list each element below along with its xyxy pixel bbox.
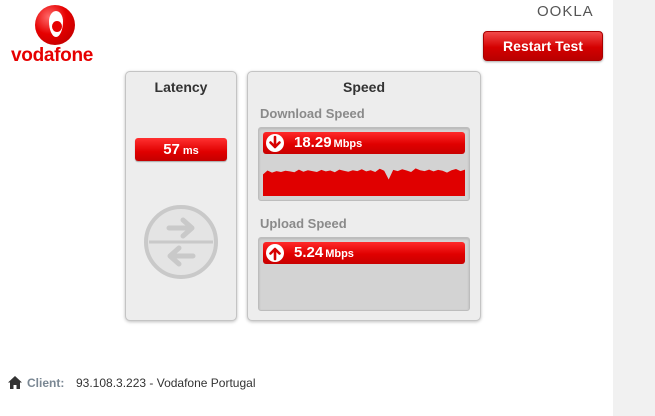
download-speed-graph	[263, 168, 465, 196]
download-arrow-icon	[266, 134, 284, 152]
upload-arrow-icon	[266, 244, 284, 262]
vodafone-logo: vodafone	[0, 0, 110, 70]
upload-unit: Mbps	[325, 248, 354, 260]
latency-unit: ms	[182, 145, 199, 157]
upload-value: 5.24	[294, 244, 324, 261]
latency-badge: 57 ms	[135, 138, 227, 161]
client-value: 93.108.3.223 - Vodafone Portugal	[76, 376, 256, 390]
ookla-logo: OOKLA	[537, 3, 594, 20]
client-label: Client:	[27, 376, 65, 390]
upload-speed-label: Upload Speed	[260, 216, 347, 231]
restart-test-button[interactable]: Restart Test	[483, 31, 603, 61]
speed-panel: Speed Download Speed 18.29 Mbps Upload Sp…	[247, 71, 481, 321]
latency-title: Latency	[154, 79, 208, 95]
download-result-bar: 18.29 Mbps	[263, 132, 465, 154]
speed-title: Speed	[342, 79, 385, 95]
transfer-arrows-icon	[144, 205, 218, 279]
speedtest-app: vodafone OOKLA Restart Test Latency 57 ms…	[0, 0, 613, 416]
brand-name: vodafone	[11, 45, 94, 66]
latency-panel: Latency 57 ms	[125, 71, 237, 321]
upload-result-bar: 5.24 Mbps	[263, 242, 465, 264]
download-speed-label: Download Speed	[260, 106, 365, 121]
download-value: 18.29	[294, 134, 332, 151]
latency-value: 57	[163, 141, 180, 158]
home-icon	[8, 376, 22, 389]
download-unit: Mbps	[333, 138, 363, 150]
download-meter: 18.29 Mbps	[258, 127, 470, 201]
upload-meter: 5.24 Mbps	[258, 237, 470, 311]
